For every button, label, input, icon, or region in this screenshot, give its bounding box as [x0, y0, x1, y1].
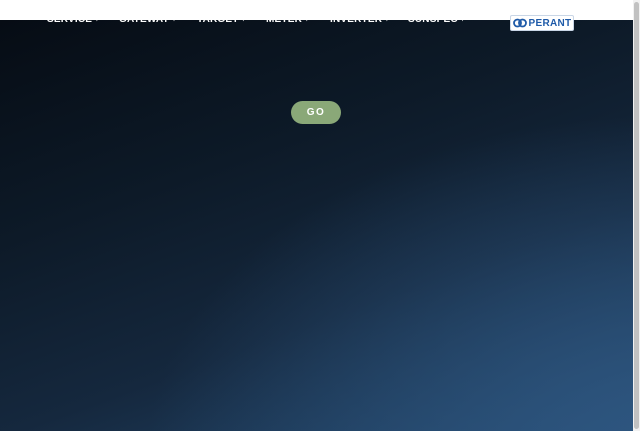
chevron-down-icon: ▾ [95, 16, 99, 23]
hero-section: GO [0, 20, 633, 431]
nav-item-label: TARGET [197, 13, 239, 25]
logo-text: PERANT [528, 17, 572, 29]
vertical-scrollbar[interactable] [633, 0, 640, 431]
nav-item-target[interactable]: TARGET ▾ [197, 11, 245, 27]
nav-item-gateway[interactable]: GATEWAY ▾ [119, 11, 176, 27]
go-button[interactable]: GO [291, 101, 341, 124]
nav-item-sunspec[interactable]: SUNSPEC ▾ [408, 11, 464, 27]
logo-rings-icon [512, 18, 527, 28]
nav-item-label: GATEWAY [119, 13, 170, 25]
chevron-down-icon: ▾ [172, 16, 177, 23]
chevron-down-icon: ▾ [385, 16, 389, 23]
nav-item-label: SERVICE [47, 13, 93, 25]
scrollbar-thumb[interactable] [634, 2, 639, 429]
nav-item-label: INVERTER [330, 13, 383, 25]
chevron-down-icon: ▾ [241, 16, 246, 23]
nav-item-service[interactable]: SERVICE ▾ [47, 11, 99, 27]
chevron-down-icon: ▾ [305, 16, 309, 23]
nav-item-meter[interactable]: METER ▾ [266, 11, 309, 27]
chevron-down-icon: ▾ [460, 16, 465, 23]
logo[interactable]: PERANT [510, 15, 574, 31]
nav-item-label: SUNSPEC [408, 13, 458, 25]
nav-item-inverter[interactable]: INVERTER ▾ [330, 11, 389, 27]
nav-item-label: METER [266, 13, 302, 25]
